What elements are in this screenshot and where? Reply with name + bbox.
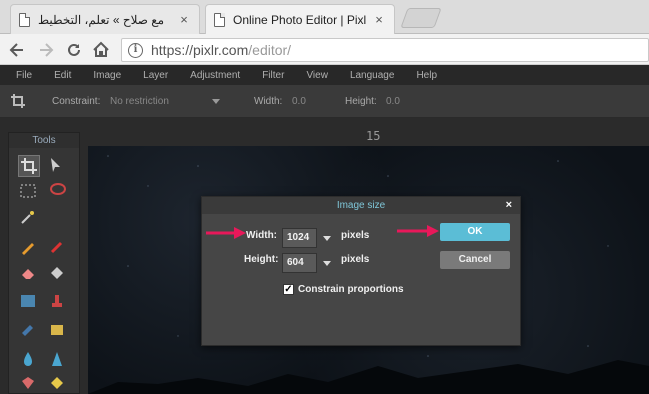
menu-language[interactable]: Language: [350, 70, 395, 81]
constraint-label: Constraint:: [52, 96, 101, 107]
crop-width-label: Width:: [254, 96, 283, 107]
browser-tabbar: مع صلاح » تعلم، التخطيط × Online Photo E…: [0, 0, 649, 34]
zoom-level: 15: [366, 129, 381, 143]
paint-bucket-icon[interactable]: [47, 263, 69, 285]
sponge-tool-icon[interactable]: [47, 373, 69, 394]
lasso-tool-icon[interactable]: [47, 181, 69, 203]
options-bar: Constraint: No restriction Width: 0.0 He…: [0, 85, 649, 118]
smudge-tool-icon[interactable]: [18, 373, 40, 394]
width-units-label: pixels: [341, 230, 370, 241]
browser-tab-arabic[interactable]: مع صلاح » تعلم، التخطيط ×: [10, 4, 200, 34]
back-icon[interactable]: [7, 40, 27, 60]
close-icon[interactable]: ×: [372, 12, 386, 27]
menu-image[interactable]: Image: [93, 70, 121, 81]
chevron-down-icon[interactable]: [323, 236, 331, 241]
color-replace-icon[interactable]: [18, 319, 40, 341]
menu-edit[interactable]: Edit: [54, 70, 71, 81]
crop-width-value[interactable]: 0.0: [292, 96, 306, 107]
dialog-header: Image size ×: [202, 197, 520, 214]
address-bar[interactable]: i https://pixlr.com /editor/: [121, 38, 649, 62]
crop-height-value[interactable]: 0.0: [386, 96, 400, 107]
crop-icon: [11, 94, 25, 108]
constrain-checkbox[interactable]: ✓: [283, 284, 294, 295]
chevron-down-icon[interactable]: [323, 261, 331, 266]
new-tab-button[interactable]: [400, 8, 442, 28]
menu-help[interactable]: Help: [416, 70, 437, 81]
eraser-tool-icon[interactable]: [18, 263, 40, 285]
chevron-down-icon[interactable]: [212, 99, 220, 104]
pencil-tool-icon[interactable]: [18, 237, 40, 259]
page-icon: [214, 12, 225, 27]
height-field[interactable]: 604: [282, 253, 317, 273]
menu-bar: File Edit Image Layer Adjustment Filter …: [0, 65, 649, 85]
menu-adjustment[interactable]: Adjustment: [190, 70, 240, 81]
close-icon[interactable]: ×: [177, 12, 191, 27]
clone-stamp-icon[interactable]: [47, 291, 69, 313]
tools-panel: Tools: [8, 132, 80, 394]
height-label: Height:: [244, 254, 279, 265]
dialog-title: Image size: [336, 200, 386, 211]
menu-file[interactable]: File: [16, 70, 32, 81]
brush-tool-icon[interactable]: [47, 237, 69, 259]
cancel-button[interactable]: Cancel: [440, 251, 510, 269]
sharpen-tool-icon[interactable]: [47, 349, 69, 371]
tab-title: Online Photo Editor | Pixl: [233, 12, 366, 27]
crop-height-label: Height:: [345, 96, 377, 107]
menu-filter[interactable]: Filter: [262, 70, 284, 81]
menu-layer[interactable]: Layer: [143, 70, 168, 81]
tab-title: مع صلاح » تعلم، التخطيط: [38, 12, 165, 27]
home-icon[interactable]: [91, 40, 111, 60]
constrain-label: Constrain proportions: [298, 284, 404, 295]
info-icon[interactable]: i: [128, 42, 143, 58]
width-field[interactable]: 1024: [282, 228, 317, 248]
move-tool-icon[interactable]: [47, 155, 69, 177]
ok-button[interactable]: OK: [440, 223, 510, 241]
reload-icon[interactable]: [64, 40, 84, 60]
constraint-select[interactable]: No restriction: [110, 96, 169, 107]
crop-tool-icon[interactable]: [18, 155, 40, 177]
marquee-tool-icon[interactable]: [18, 181, 40, 203]
url-host: https://pixlr.com: [151, 42, 249, 58]
annotation-arrow-ok: [397, 225, 439, 237]
browser-tab-pixlr[interactable]: Online Photo Editor | Pixl ×: [205, 4, 395, 34]
height-units-label: pixels: [341, 254, 370, 265]
menu-view[interactable]: View: [306, 70, 328, 81]
screen: مع صلاح » تعلم، التخطيط × Online Photo E…: [0, 0, 649, 394]
drawing-tool-icon[interactable]: [47, 319, 69, 341]
image-size-dialog: Image size × Width: 1024 pixels Height: …: [201, 196, 521, 346]
forward-icon[interactable]: [36, 40, 56, 60]
annotation-arrow-width: [206, 227, 246, 239]
width-label: Width:: [246, 230, 278, 241]
page-icon: [19, 12, 30, 27]
blur-tool-icon[interactable]: [18, 349, 40, 371]
browser-toolbar: i https://pixlr.com /editor/: [0, 34, 649, 65]
gradient-tool-icon[interactable]: [18, 291, 40, 313]
url-path: /editor/: [248, 42, 292, 58]
tools-title: Tools: [9, 133, 79, 148]
magic-wand-icon[interactable]: [18, 207, 40, 229]
close-icon[interactable]: ×: [506, 197, 512, 214]
